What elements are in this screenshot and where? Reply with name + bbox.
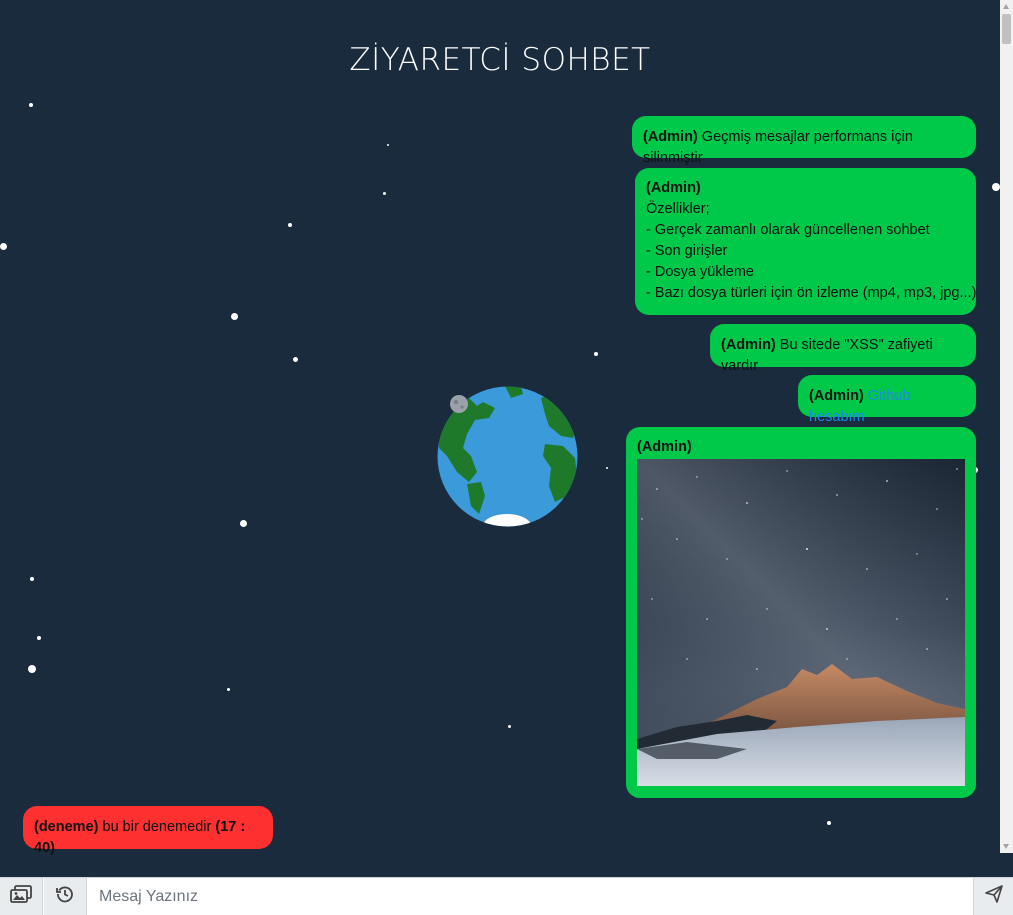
message-text: bu bir denemedir — [102, 819, 212, 835]
message-author: (Admin) — [809, 388, 864, 404]
paper-plane-icon — [984, 885, 1003, 908]
scroll-thumb[interactable] — [1002, 14, 1011, 44]
page-title: ZİYARETCİ SOHBET — [349, 42, 651, 78]
message-line: - Dosya yükleme — [646, 264, 754, 280]
scroll-down-arrow-icon[interactable] — [1003, 844, 1009, 849]
message-input-bar — [0, 877, 1013, 915]
send-button[interactable] — [973, 878, 1013, 915]
message-line: - Son girişler — [646, 243, 728, 259]
chat-message: (Admin) Geçmiş mesajlar performans için … — [632, 116, 976, 166]
chat-message: (Admin) Bu sitede "XSS" zafiyeti vardır — [710, 324, 976, 374]
chat-message: (Admin) Github hesabım — [798, 375, 976, 425]
images-icon — [10, 885, 32, 908]
message-author: (Admin) — [721, 337, 776, 353]
message-author: (deneme) — [34, 819, 99, 835]
history-button[interactable] — [44, 878, 87, 915]
message-input[interactable] — [87, 878, 973, 915]
history-icon — [56, 885, 74, 908]
message-line: - Bazı dosya türleri için ön izleme (mp4… — [646, 285, 977, 301]
chat-message: (Admin) — [626, 427, 976, 798]
earth-illustration — [437, 386, 578, 527]
chat-message: (Admin) Özellikler; - Gerçek zamanlı ola… — [635, 168, 976, 315]
starry-mountain-photo[interactable] — [637, 459, 965, 786]
chat-message: (deneme) bu bir denemedir (17 : 40) — [23, 806, 273, 856]
message-author: (Admin) — [646, 180, 701, 196]
message-author: (Admin) — [643, 129, 698, 145]
message-line: - Gerçek zamanlı olarak güncellenen sohb… — [646, 222, 930, 238]
message-author: (Admin) — [637, 439, 692, 455]
scrollbar[interactable] — [1000, 0, 1013, 853]
scroll-up-arrow-icon[interactable] — [1003, 4, 1009, 9]
upload-file-button[interactable] — [0, 878, 43, 915]
message-line: Özellikler; — [646, 201, 710, 217]
